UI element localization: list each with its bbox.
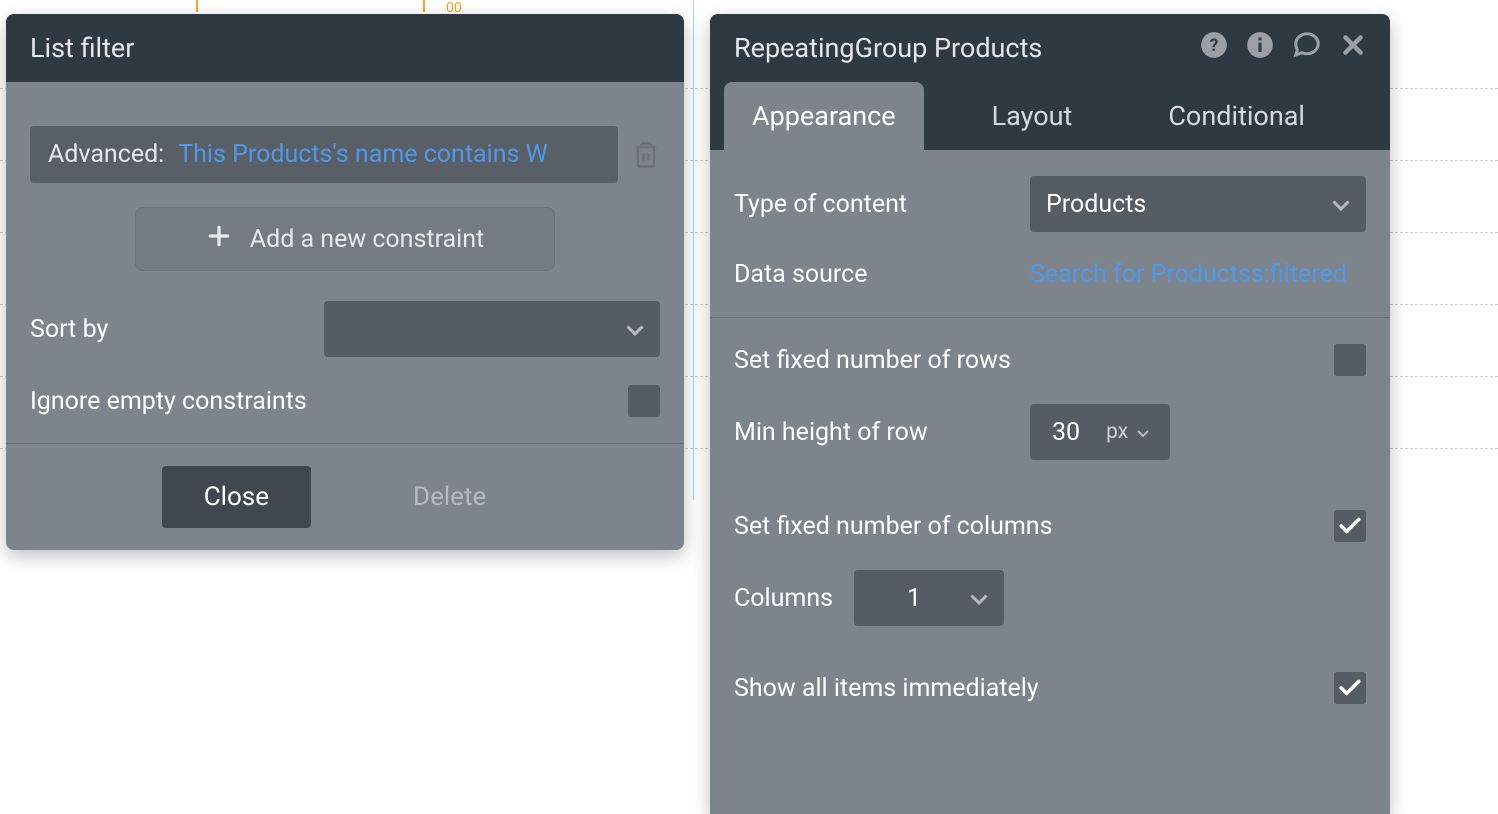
list-filter-footer: Close Delete [6, 443, 684, 550]
show-all-checkbox[interactable] [1334, 672, 1366, 704]
constraint-row: Advanced: This Products's name contains … [30, 126, 660, 183]
delete-button[interactable]: Delete [371, 466, 528, 528]
min-height-row: Min height of row 30 px [734, 404, 1366, 460]
help-icon[interactable]: ? [1200, 31, 1228, 66]
tab-conditional[interactable]: Conditional [1140, 82, 1333, 150]
data-source-row: Data source Search for Productss:filtere… [734, 260, 1366, 289]
fixed-rows-label: Set fixed number of rows [734, 346, 1334, 375]
min-height-unit[interactable]: px [1088, 420, 1155, 444]
columns-row: Columns 1 [734, 570, 1366, 626]
add-constraint-button[interactable]: Add a new constraint [135, 207, 555, 271]
fixed-cols-row: Set fixed number of columns [734, 510, 1366, 542]
add-constraint-label: Add a new constraint [250, 225, 484, 254]
data-source-label: Data source [734, 260, 1030, 289]
ignore-empty-row: Ignore empty constraints [30, 385, 660, 417]
constraint-expression-text: This Products's name contains W [178, 140, 548, 169]
canvas-ruler-tick [196, 0, 198, 12]
fixed-cols-checkbox[interactable] [1334, 510, 1366, 542]
header-icons: ? [1200, 31, 1366, 66]
element-title: RepeatingGroup Products [734, 32, 1042, 64]
columns-value: 1 [870, 584, 958, 613]
fixed-rows-row: Set fixed number of rows [734, 344, 1366, 376]
list-filter-header: List filter [6, 14, 684, 82]
show-all-label: Show all items immediately [734, 674, 1334, 703]
sort-by-select[interactable] [324, 301, 660, 357]
sort-by-row: Sort by [30, 301, 660, 357]
min-height-value: 30 [1044, 418, 1088, 447]
property-editor-body: Type of content Products Data source Sea… [710, 150, 1390, 732]
close-button[interactable]: Close [162, 466, 311, 528]
chevron-down-icon [626, 315, 644, 344]
ignore-empty-checkbox[interactable] [628, 385, 660, 417]
divider [710, 317, 1390, 318]
constraint-expression-field[interactable]: Advanced: This Products's name contains … [30, 126, 618, 183]
type-of-content-label: Type of content [734, 190, 1030, 219]
close-icon[interactable] [1340, 32, 1366, 65]
type-of-content-select[interactable]: Products [1030, 176, 1366, 232]
columns-select[interactable]: 1 [854, 570, 1004, 626]
list-filter-panel: List filter Advanced: This Products's na… [6, 14, 684, 550]
trash-icon[interactable] [632, 140, 660, 170]
property-editor-header: RepeatingGroup Products ? [710, 14, 1390, 82]
chevron-down-icon [970, 584, 988, 613]
plus-icon [206, 223, 232, 256]
ignore-empty-label: Ignore empty constraints [30, 387, 628, 416]
min-height-label: Min height of row [734, 418, 1030, 447]
list-filter-title: List filter [30, 32, 134, 64]
canvas-ruler-tick [423, 0, 425, 12]
comment-icon[interactable] [1292, 31, 1322, 66]
columns-label: Columns [734, 584, 854, 613]
list-filter-body: Advanced: This Products's name contains … [6, 82, 684, 443]
property-editor-panel: RepeatingGroup Products ? Appearance Lay… [710, 14, 1390, 814]
tab-layout[interactable]: Layout [964, 82, 1101, 150]
info-icon[interactable] [1246, 31, 1274, 66]
min-height-input[interactable]: 30 px [1030, 404, 1170, 460]
type-of-content-value: Products [1046, 190, 1320, 219]
property-tabs: Appearance Layout Conditional [710, 82, 1390, 150]
canvas-guide-vertical [693, 0, 694, 500]
fixed-rows-checkbox[interactable] [1334, 344, 1366, 376]
data-source-expression[interactable]: Search for Productss:filtered [1030, 260, 1366, 289]
constraint-advanced-label: Advanced: [48, 140, 164, 169]
sort-by-label: Sort by [30, 315, 324, 344]
svg-text:?: ? [1210, 35, 1219, 55]
fixed-cols-label: Set fixed number of columns [734, 512, 1334, 541]
tab-appearance[interactable]: Appearance [724, 82, 924, 150]
show-all-row: Show all items immediately [734, 672, 1366, 704]
type-of-content-row: Type of content Products [734, 176, 1366, 232]
chevron-down-icon [1332, 190, 1350, 219]
